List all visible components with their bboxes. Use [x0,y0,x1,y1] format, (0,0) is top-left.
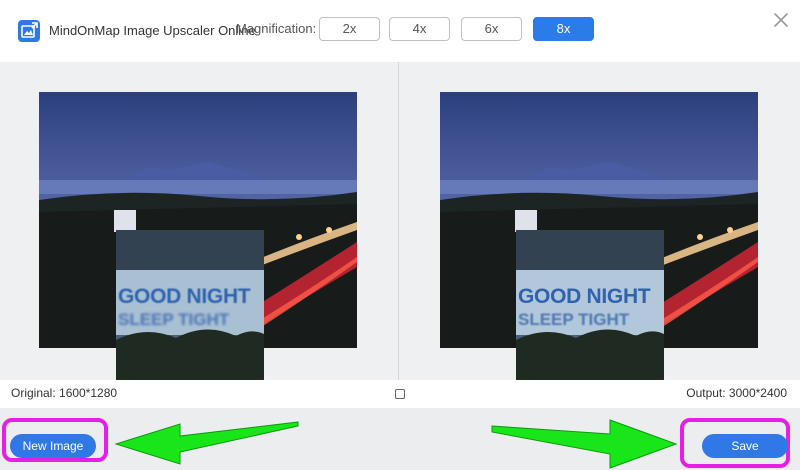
size-info-bar: Original: 1600*1280 Output: 3000*2400 [0,380,800,408]
original-zoom-inset: GOOD NIGHT SLEEP TIGHT [116,230,264,380]
magnification-4x-button[interactable]: 4x [389,17,450,41]
output-zoom-inset: GOOD NIGHT SLEEP TIGHT [516,230,664,380]
save-button[interactable]: Save [702,434,788,458]
image-app-icon [18,20,40,42]
compare-divider[interactable] [398,62,399,380]
original-size-label: Original: 1600*1280 [11,386,118,400]
preview-area: GOOD NIGHT SLEEP TIGHT GOOD NIGHT SLEEP … [0,62,800,380]
split-view-icon[interactable] [395,389,405,399]
left-arrow-icon [114,421,299,465]
magnification-6x-button[interactable]: 6x [461,17,522,41]
magnification-8x-button[interactable]: 8x [533,17,594,41]
zoom-text-output: GOOD NIGHT [518,285,651,308]
new-image-button[interactable]: New Image [10,434,96,458]
zoom-subtext-output: SLEEP TIGHT [518,310,630,329]
right-arrow-icon [491,419,678,469]
magnification-2x-button[interactable]: 2x [319,17,380,41]
close-icon[interactable] [770,9,792,31]
magnification-label: Magnification: [236,21,317,36]
header-bar: MindOnMap Image Upscaler Online Magnific… [0,0,800,62]
zoom-text-original: GOOD NIGHT [118,285,251,308]
action-bar: New Image Save [0,408,800,470]
app-title: MindOnMap Image Upscaler Online [49,23,256,38]
zoom-subtext-original: SLEEP TIGHT [118,310,230,329]
output-size-label: Output: 3000*2400 [686,386,787,400]
